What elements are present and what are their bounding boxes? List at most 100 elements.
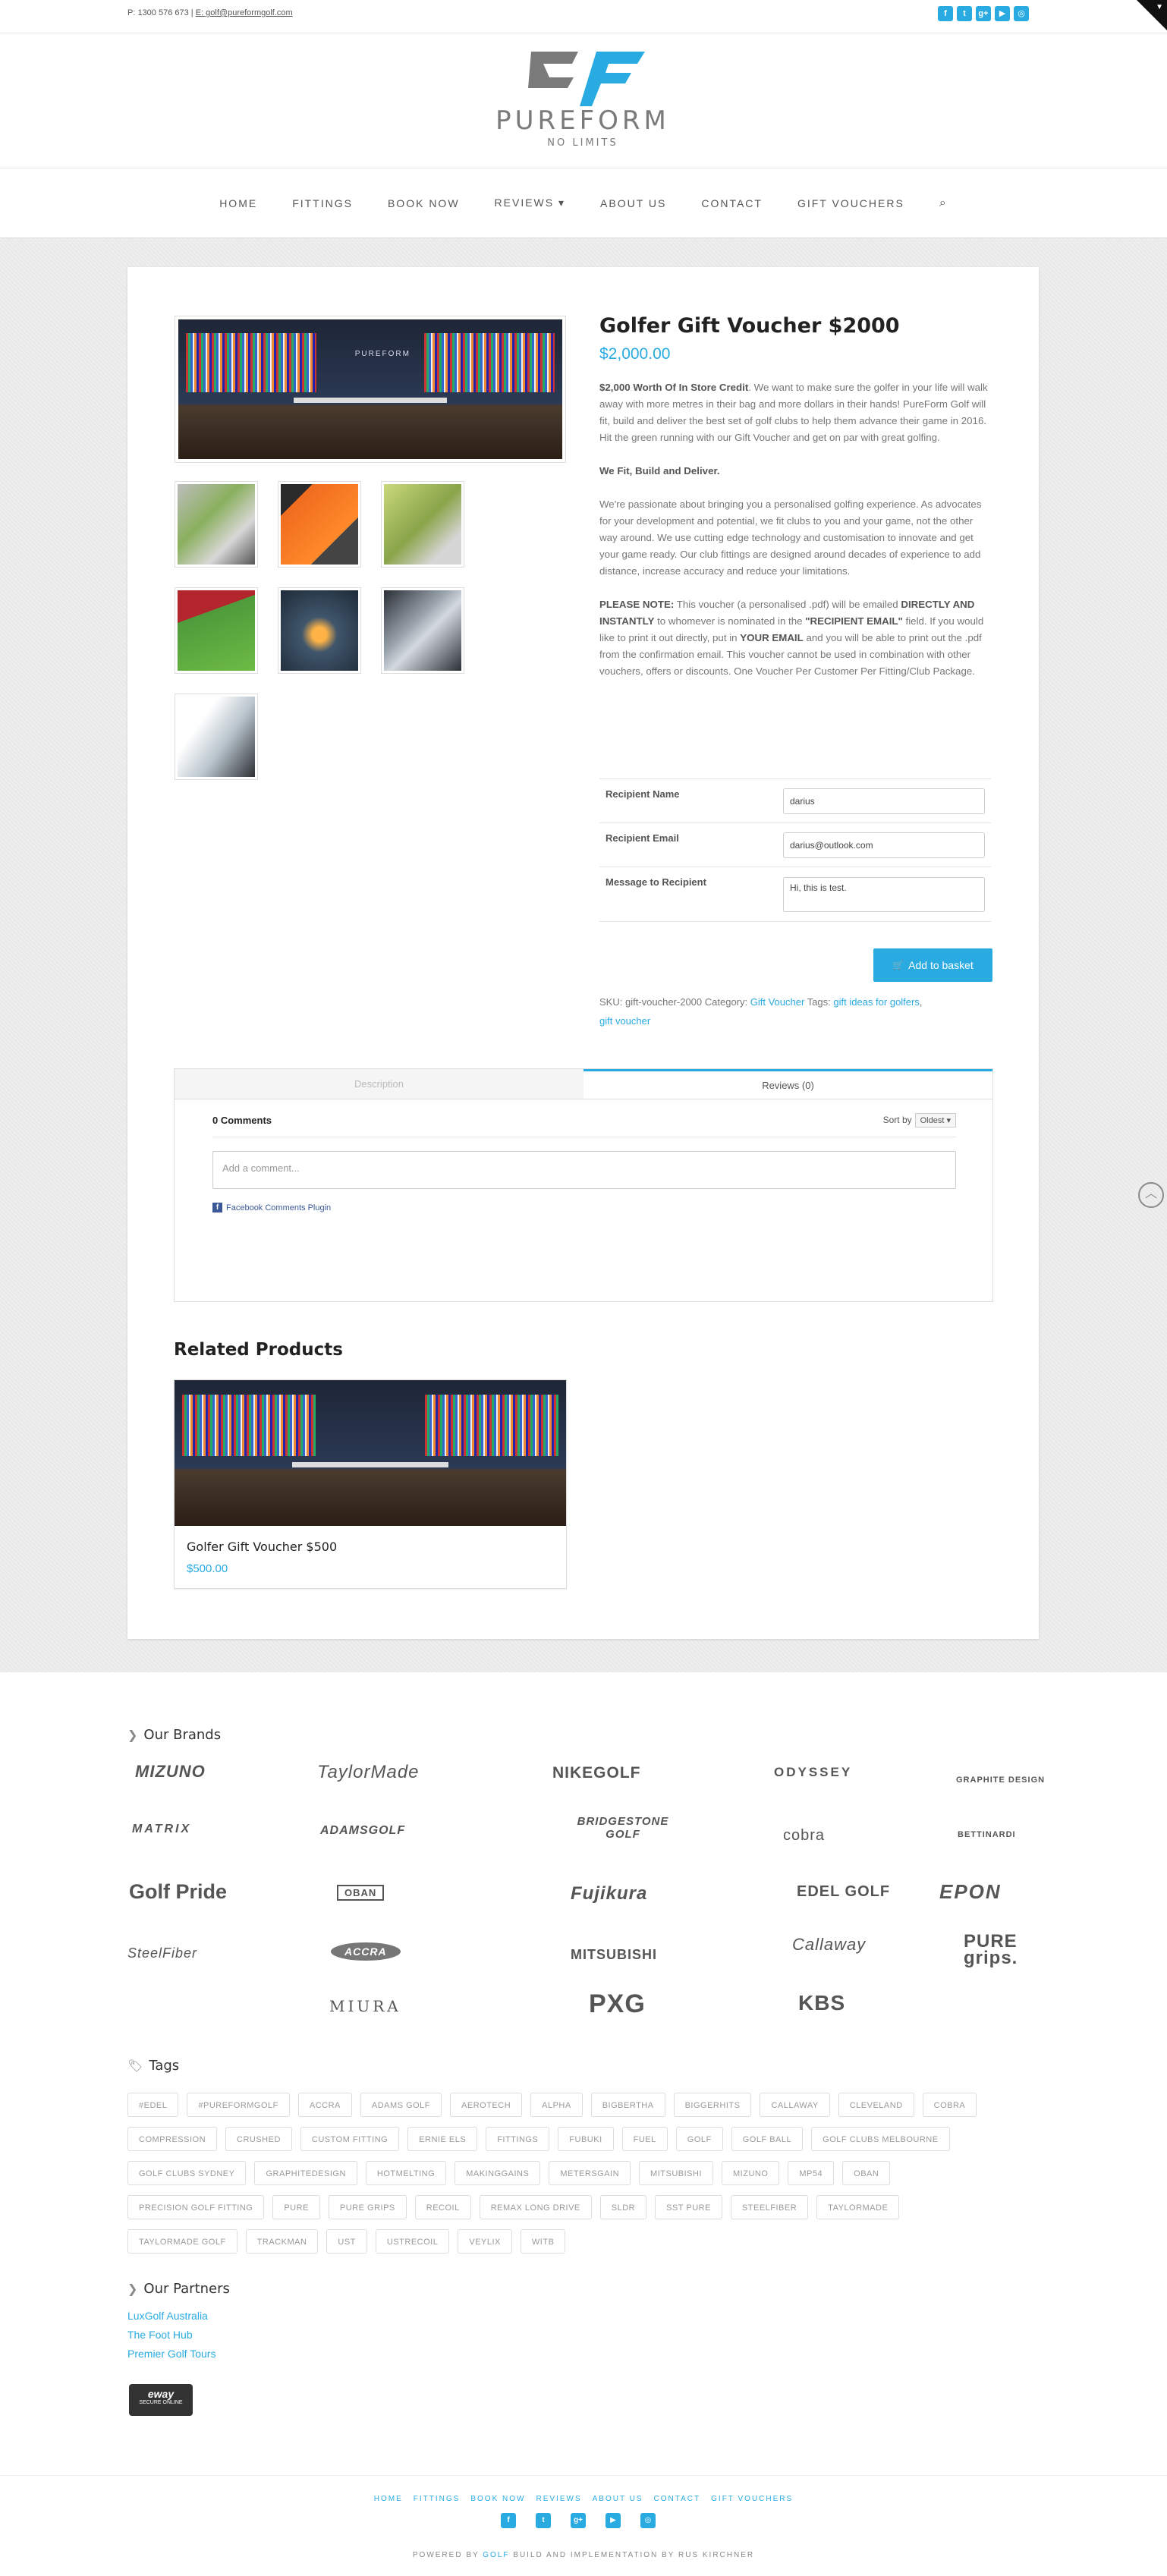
footer-nav-gift-vouchers[interactable]: GIFT VOUCHERS xyxy=(711,2495,793,2503)
twitter-icon[interactable]: t xyxy=(536,2513,551,2528)
facebook-icon[interactable]: f xyxy=(501,2513,516,2528)
tag-chip[interactable]: HOTMELTING xyxy=(365,2161,447,2185)
tag-chip[interactable]: GOLF CLUBS MELBOURNE xyxy=(811,2127,950,2151)
nav-about-us[interactable]: ABOUT US xyxy=(600,197,666,209)
thumbnail[interactable] xyxy=(381,481,464,568)
thumbnail[interactable] xyxy=(381,587,464,674)
nav-book-now[interactable]: BOOK NOW xyxy=(388,197,460,209)
tag-chip[interactable]: VEYLIX xyxy=(458,2229,512,2254)
tag-chip[interactable]: UST xyxy=(326,2229,367,2254)
scroll-up-icon[interactable]: ︿ xyxy=(1138,1182,1164,1208)
category-link[interactable]: Gift Voucher xyxy=(750,996,805,1008)
tag-link[interactable]: gift ideas for golfers xyxy=(833,996,919,1008)
tag-chip[interactable]: CLEVELAND xyxy=(838,2093,914,2117)
partner-link[interactable]: The Foot Hub xyxy=(127,2326,215,2345)
thumbnail[interactable] xyxy=(175,481,258,568)
tag-chip[interactable]: TAYLORMADE GOLF xyxy=(127,2229,237,2254)
instagram-icon[interactable]: ◎ xyxy=(1014,6,1029,21)
tag-chip[interactable]: AEROTECH xyxy=(450,2093,523,2117)
tag-chip[interactable]: PRECISION GOLF FITTING xyxy=(127,2195,265,2219)
site-logo[interactable]: PUREFORM NO LIMITS xyxy=(483,50,683,156)
tag-chip[interactable]: FUBUKI xyxy=(558,2127,614,2151)
tag-chip[interactable]: #EDEL xyxy=(127,2093,179,2117)
footer-nav-contact[interactable]: CONTACT xyxy=(654,2495,701,2503)
tag-chip[interactable]: CUSTOM FITTING xyxy=(300,2127,400,2151)
tag-chip[interactable]: OBAN xyxy=(842,2161,891,2185)
email-link[interactable]: E: golf@pureformgolf.com xyxy=(196,8,293,17)
youtube-icon[interactable]: ▶ xyxy=(995,6,1010,21)
tag-chip[interactable]: BIGGERHITS xyxy=(673,2093,752,2117)
tag-chip[interactable]: CRUSHED xyxy=(225,2127,292,2151)
tag-chip[interactable]: USTRECOIL xyxy=(375,2229,450,2254)
corner-toggle[interactable]: ▼ xyxy=(1137,0,1167,30)
nav-fittings[interactable]: FITTINGS xyxy=(292,197,353,209)
tag-chip[interactable]: REMAX LONG DRIVE xyxy=(479,2195,592,2219)
tag-chip[interactable]: GOLF xyxy=(675,2127,723,2151)
thumbnail[interactable] xyxy=(175,694,258,780)
recipient-email-input[interactable] xyxy=(783,832,985,858)
tag-chip[interactable]: GOLF CLUBS SYDNEY xyxy=(127,2161,247,2185)
tag-chip[interactable]: GRAPHITEDESIGN xyxy=(254,2161,357,2185)
tag-chip[interactable]: FITTINGS xyxy=(486,2127,550,2151)
message-textarea[interactable]: Hi, this is test. xyxy=(783,876,985,912)
footer-nav-reviews[interactable]: REVIEWS xyxy=(536,2495,581,2503)
related-product-image[interactable] xyxy=(175,1380,566,1526)
partner-link[interactable]: LuxGolf Australia xyxy=(127,2307,215,2326)
tag-chip[interactable]: SLDR xyxy=(599,2195,647,2219)
product-main-image[interactable]: PUREFORM xyxy=(175,316,566,463)
footer-nav-book-now[interactable]: BOOK NOW xyxy=(470,2495,525,2503)
youtube-icon[interactable]: ▶ xyxy=(606,2513,621,2528)
tag-chip[interactable]: #PUREFORMGOLF xyxy=(187,2093,290,2117)
tag-chip[interactable]: RECOIL xyxy=(414,2195,471,2219)
twitter-icon[interactable]: t xyxy=(957,6,972,21)
tag-chip[interactable]: TAYLORMADE xyxy=(816,2195,900,2219)
footer-nav-fittings[interactable]: FITTINGS xyxy=(414,2495,461,2503)
facebook-plugin-link[interactable]: f Facebook Comments Plugin xyxy=(212,1203,956,1213)
tag-chip[interactable]: PURE GRIPS xyxy=(328,2195,407,2219)
tag-chip[interactable]: PURE xyxy=(272,2195,320,2219)
tag-chip[interactable]: TRACKMAN xyxy=(245,2229,319,2254)
tag-chip[interactable]: ADAMS GOLF xyxy=(360,2093,442,2117)
nav-home[interactable]: HOME xyxy=(219,197,257,209)
tag-chip[interactable]: SST PURE xyxy=(655,2195,722,2219)
nav-gift-vouchers[interactable]: GIFT VOUCHERS xyxy=(797,197,904,209)
tab-reviews[interactable]: Reviews (0) xyxy=(584,1069,992,1099)
tag-chip[interactable]: ALPHA xyxy=(530,2093,583,2117)
thumbnail[interactable] xyxy=(175,587,258,674)
google-plus-icon[interactable]: g+ xyxy=(976,6,991,21)
add-to-basket-button[interactable]: 🛒 Add to basket xyxy=(873,948,992,982)
instagram-icon[interactable]: ◎ xyxy=(640,2513,656,2528)
nav-contact[interactable]: CONTACT xyxy=(701,197,763,209)
tag-chip[interactable]: COBRA xyxy=(922,2093,977,2117)
tag-chip[interactable]: MIZUNO xyxy=(722,2161,780,2185)
tag-chip[interactable]: BIGBERTHA xyxy=(590,2093,665,2117)
tag-chip[interactable]: WITB xyxy=(520,2229,566,2254)
thumbnail[interactable] xyxy=(278,587,361,674)
tag-chip[interactable]: ACCRA xyxy=(297,2093,352,2117)
credit-link[interactable]: GOLF xyxy=(483,2551,509,2559)
tag-chip[interactable]: MITSUBISHI xyxy=(639,2161,713,2185)
related-product-card[interactable]: Golfer Gift Voucher $500 $500.00 xyxy=(174,1379,567,1589)
google-plus-icon[interactable]: g+ xyxy=(571,2513,586,2528)
recipient-name-input[interactable] xyxy=(783,788,985,814)
tag-link[interactable]: gift voucher xyxy=(599,1015,650,1027)
tab-description[interactable]: Description xyxy=(175,1069,584,1099)
search-icon[interactable]: ⌕ xyxy=(939,197,948,210)
thumbnail[interactable] xyxy=(278,481,361,568)
sort-select[interactable]: Oldest ▾ xyxy=(914,1113,956,1128)
nav-reviews[interactable]: REVIEWS ▾ xyxy=(495,197,565,209)
tag-chip[interactable]: FUEL xyxy=(621,2127,668,2151)
tag-chip[interactable]: CALLAWAY xyxy=(760,2093,830,2117)
tag-chip[interactable]: ERNIE ELS xyxy=(407,2127,478,2151)
partner-link[interactable]: Premier Golf Tours xyxy=(127,2345,215,2364)
tag-chip[interactable]: GOLF BALL xyxy=(731,2127,804,2151)
related-product-title[interactable]: Golfer Gift Voucher $500 xyxy=(187,1540,337,1554)
tag-chip[interactable]: MAKINGGAINS xyxy=(455,2161,541,2185)
facebook-icon[interactable]: f xyxy=(938,6,953,21)
comment-input[interactable]: Add a comment... xyxy=(212,1151,956,1189)
tag-chip[interactable]: STEELFIBER xyxy=(730,2195,809,2219)
tag-chip[interactable]: METERSGAIN xyxy=(549,2161,631,2185)
tag-chip[interactable]: COMPRESSION xyxy=(127,2127,218,2151)
footer-nav-about-us[interactable]: ABOUT US xyxy=(593,2495,643,2503)
tag-chip[interactable]: MP54 xyxy=(788,2161,835,2185)
